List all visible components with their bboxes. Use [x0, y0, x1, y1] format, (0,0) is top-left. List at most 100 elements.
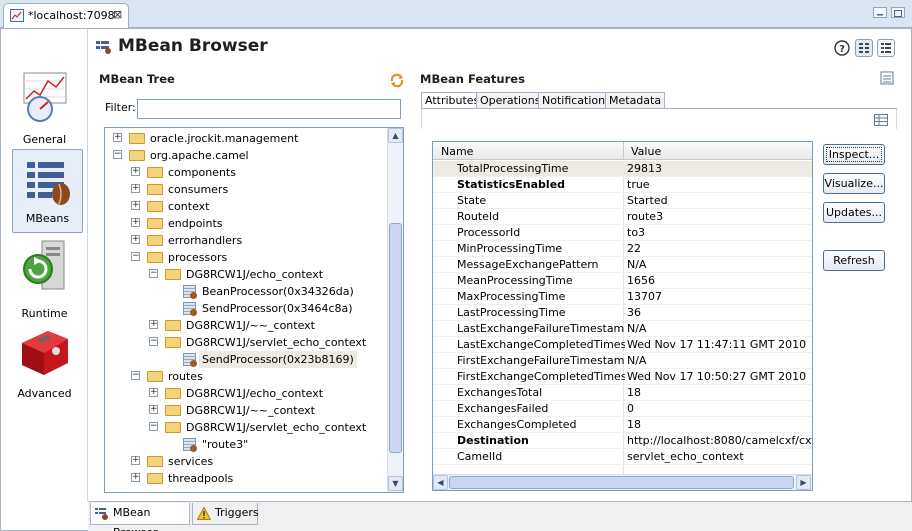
tab-operations[interactable]: Operations: [476, 92, 545, 109]
attributes-table[interactable]: Name Value TotalProcessingTime 29813 Stati…: [432, 141, 813, 491]
expand-icon[interactable]: +: [131, 184, 140, 193]
table-row[interactable]: StatisticsEnabled true: [433, 177, 812, 193]
tree-mbean-node[interactable]: SendProcessor(0x3464c8a): [113, 300, 385, 317]
layout-grid-icon[interactable]: [855, 39, 873, 57]
expand-icon[interactable]: +: [149, 388, 158, 397]
table-horizontal-scrollbar[interactable]: ◀ ▶: [433, 474, 812, 490]
table-row[interactable]: ProcessorId to3: [433, 225, 812, 241]
collapse-icon[interactable]: −: [149, 337, 158, 346]
table-row[interactable]: RouteId route3: [433, 209, 812, 225]
refresh-button[interactable]: Refresh: [823, 250, 885, 271]
table-row[interactable]: TotalProcessingTime 29813: [433, 161, 812, 177]
updates-button[interactable]: Updates...: [823, 202, 885, 223]
maximize-icon[interactable]: [891, 7, 905, 18]
tree-folder-node[interactable]: + consumers: [113, 181, 385, 198]
tree-folder-node[interactable]: − processors: [113, 249, 385, 266]
connection-chart-icon: [10, 9, 24, 22]
table-row[interactable]: LastExchangeFailureTimestamp N/A: [433, 321, 812, 337]
tree-mbean-node[interactable]: SendProcessor(0x23b8169): [113, 351, 385, 368]
editor-tab-localhost[interactable]: *localhost:7098 ⊠: [3, 3, 129, 28]
tree-mbean-node[interactable]: BeanProcessor(0x34326da): [113, 283, 385, 300]
nav-advanced[interactable]: Advanced: [1, 325, 88, 401]
layout-list-icon[interactable]: [877, 39, 895, 57]
expand-icon[interactable]: +: [149, 405, 158, 414]
tree-folder-node[interactable]: + errorhandlers: [113, 232, 385, 249]
tree-node-label: DG8RCW1J/~~_context: [186, 404, 315, 417]
tree-scroll-thumb[interactable]: [389, 223, 402, 453]
table-row[interactable]: MessageExchangePattern N/A: [433, 257, 812, 273]
visualize-button[interactable]: Visualize...: [823, 173, 885, 194]
expand-icon[interactable]: +: [149, 320, 158, 329]
help-icon[interactable]: ?: [833, 39, 851, 57]
table-row[interactable]: LastProcessingTime 36: [433, 305, 812, 321]
tree-vertical-scrollbar[interactable]: ▲ ▼: [387, 128, 403, 492]
expand-icon[interactable]: +: [113, 133, 122, 142]
tree-folder-node[interactable]: + context: [113, 198, 385, 215]
column-header-name[interactable]: Name: [441, 145, 473, 158]
inspect-button[interactable]: Inspect...: [823, 144, 885, 165]
collapse-icon[interactable]: −: [131, 371, 140, 380]
tree-folder-node[interactable]: + DG8RCW1J/~~_context: [113, 317, 385, 334]
tree-folder-node[interactable]: + threadpools: [113, 470, 385, 487]
tab-metadata[interactable]: Metadata: [605, 92, 666, 109]
table-row[interactable]: MeanProcessingTime 1656: [433, 273, 812, 289]
tab-attributes[interactable]: Attributes: [421, 92, 484, 109]
minimize-icon[interactable]: [873, 7, 887, 18]
folder-icon: [147, 456, 163, 467]
tree-folder-node[interactable]: + services: [113, 453, 385, 470]
table-row[interactable]: ExchangesCompleted 18: [433, 417, 812, 433]
table-row[interactable]: FirstExchangeFailureTimestamp N/A: [433, 353, 812, 369]
tree-folder-node[interactable]: − DG8RCW1J/echo_context: [113, 266, 385, 283]
nav-general[interactable]: General: [1, 71, 88, 147]
nav-runtime[interactable]: Runtime: [1, 239, 88, 320]
tree-mbean-node[interactable]: "route3": [113, 436, 385, 453]
tab-notifications[interactable]: Notifications: [538, 92, 615, 109]
scroll-up-icon[interactable]: ▲: [388, 128, 403, 143]
mbean-icon: [183, 302, 197, 316]
expand-icon[interactable]: +: [131, 218, 140, 227]
table-row[interactable]: MaxProcessingTime 13707: [433, 289, 812, 305]
collapse-icon[interactable]: −: [149, 269, 158, 278]
mbean-tree[interactable]: + oracle.jrockit.management − org.apache.ca…: [104, 127, 404, 493]
filter-input[interactable]: [137, 99, 401, 119]
close-icon[interactable]: ⊠: [113, 8, 122, 21]
attribute-name: Destination: [457, 434, 529, 447]
table-row[interactable]: FirstExchangeCompletedTimestampWed Nov 1…: [433, 369, 812, 385]
scroll-left-icon[interactable]: ◀: [433, 475, 448, 490]
expand-icon[interactable]: +: [131, 473, 140, 482]
expand-icon[interactable]: +: [131, 167, 140, 176]
collapse-icon[interactable]: −: [149, 422, 158, 431]
table-row[interactable]: ExchangesFailed 0: [433, 401, 812, 417]
collapse-icon[interactable]: −: [113, 150, 122, 159]
tree-folder-node[interactable]: + DG8RCW1J/~~_context: [113, 402, 385, 419]
table-row[interactable]: LastExchangeCompletedTimestampWed Nov 17…: [433, 337, 812, 353]
table-columns-icon[interactable]: [874, 114, 888, 126]
table-scroll-thumb[interactable]: [449, 476, 794, 489]
table-row[interactable]: State Started: [433, 193, 812, 209]
tree-folder-node[interactable]: − DG8RCW1J/servlet_echo_context: [113, 334, 385, 351]
tree-folder-node[interactable]: + oracle.jrockit.management: [113, 130, 385, 147]
tree-folder-node[interactable]: − org.apache.camel: [113, 147, 385, 164]
scroll-right-icon[interactable]: ▶: [796, 475, 811, 490]
collapse-icon[interactable]: −: [131, 252, 140, 261]
table-row[interactable]: Destination http://localhost:8080/camelcx…: [433, 433, 812, 449]
table-row[interactable]: MinProcessingTime 22: [433, 241, 812, 257]
tree-folder-node[interactable]: − DG8RCW1J/servlet_echo_context: [113, 419, 385, 436]
scroll-down-icon[interactable]: ▼: [388, 476, 403, 491]
expand-icon[interactable]: +: [131, 235, 140, 244]
nav-mbeans[interactable]: MBeans: [12, 149, 83, 233]
expand-icon[interactable]: +: [131, 456, 140, 465]
tree-folder-node[interactable]: + components: [113, 164, 385, 181]
table-row[interactable]: ExchangesTotal 18: [433, 385, 812, 401]
bottom-tab-mbean-browser[interactable]: MBean Browser: [90, 503, 190, 531]
refresh-tree-icon[interactable]: [389, 72, 405, 88]
bottom-tab-triggers[interactable]: Triggers: [192, 503, 259, 525]
view-menu-icon[interactable]: [880, 71, 894, 85]
expand-icon[interactable]: +: [131, 201, 140, 210]
tree-folder-node[interactable]: − routes: [113, 368, 385, 385]
warning-icon: [197, 507, 211, 520]
tree-folder-node[interactable]: + DG8RCW1J/echo_context: [113, 385, 385, 402]
tree-folder-node[interactable]: + endpoints: [113, 215, 385, 232]
column-header-value[interactable]: Value: [631, 145, 661, 158]
table-row[interactable]: CamelId servlet_echo_context: [433, 449, 812, 465]
